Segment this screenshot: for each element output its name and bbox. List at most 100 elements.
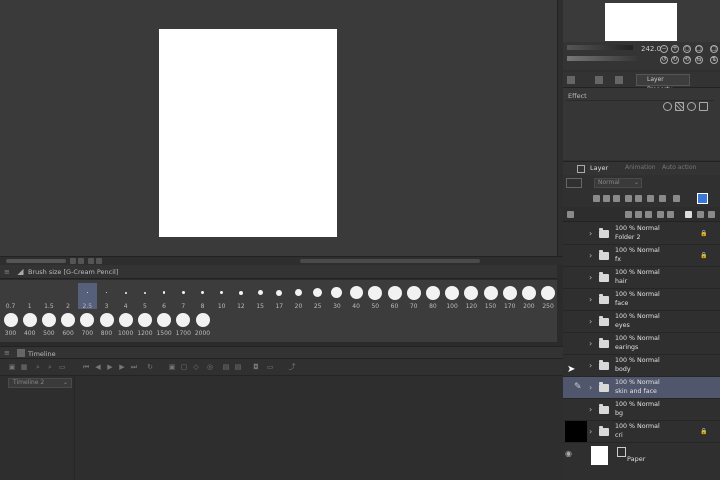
layer-mask-icon[interactable] [685,211,692,218]
brush-size-item[interactable]: 1500 [155,310,174,337]
tab-layer-property[interactable]: Layer Property [636,74,690,93]
camera-icon[interactable]: ◘ [252,363,260,371]
keyframe-icon[interactable]: ◇ [192,363,200,371]
prev-frame-icon[interactable]: ◀ [94,363,102,371]
lock-icon[interactable]: 🔒 [700,427,708,437]
actual-size-icon[interactable]: □ [710,45,718,53]
layer-row[interactable]: › 100 % Normal Folder 2 🔒 [563,223,720,245]
tool-property-icon[interactable] [567,76,575,84]
play-icon[interactable]: ▶ [106,363,114,371]
mask-icon[interactable] [647,195,654,202]
clip-icon[interactable] [593,195,600,202]
zoom-slider[interactable] [567,45,633,50]
brush-size-item[interactable]: 1200 [135,310,154,337]
next-frame-icon[interactable]: ▶ [118,363,126,371]
brush-size-item[interactable]: 150 [481,283,500,310]
rotation-slider[interactable] [567,56,641,61]
grid-icon[interactable]: ▦ [20,363,28,371]
eye-icon[interactable] [565,273,575,283]
palette-color-icon[interactable] [566,178,582,188]
eye-icon[interactable]: ◉ [565,449,572,458]
brush-size-item[interactable]: 4 [116,283,135,310]
sub-tool-icon[interactable] [595,76,603,84]
brush-size-item[interactable]: 800 [97,310,116,337]
brush-size-item[interactable]: 600 [59,310,78,337]
new-timeline-icon[interactable]: ▣ [8,363,16,371]
menu-icon[interactable]: ≡ [4,268,12,276]
brush-size-item[interactable]: 500 [39,310,58,337]
brush-size-item[interactable]: 6 [155,283,174,310]
layer-settings-icon[interactable] [567,211,574,218]
zoom-out-icon[interactable] [70,258,76,264]
layer-color-icon[interactable] [687,102,696,111]
chevron-right-icon[interactable]: › [589,361,597,371]
canvas-paper[interactable] [159,29,337,237]
new-raster-layer-icon[interactable] [625,211,632,218]
eye-icon[interactable] [565,229,575,239]
brush-size-item[interactable]: 10 [212,283,231,310]
reset-rotation-icon[interactable]: ⟲ [683,56,691,64]
rotate-right-icon[interactable]: ↻ [671,56,679,64]
menu-icon[interactable]: ≡ [4,349,12,357]
layer-row-paper[interactable]: ◉ Paper [563,443,720,480]
tone-effect-icon[interactable] [675,102,684,111]
brush-size-item[interactable]: 120 [462,283,481,310]
timeline-body[interactable]: Timeline 2 ⌄ [0,376,563,480]
apply-mask-icon[interactable] [697,211,704,218]
brush-size-item[interactable]: 300 [1,310,20,337]
brush-size-item[interactable]: 100 [443,283,462,310]
fit-icon[interactable]: ○ [683,45,691,53]
zoom-in-icon[interactable] [78,258,84,264]
chevron-right-icon[interactable]: › [589,339,597,349]
brush-size-item[interactable]: 700 [78,310,97,337]
brush-shape-icon[interactable] [615,76,623,84]
onion-skin-icon[interactable]: ◎ [206,363,214,371]
brush-size-item[interactable]: 17 [270,283,289,310]
flip-vertical-icon[interactable]: ⇅ [710,56,718,64]
brush-size-item[interactable]: 3 [97,283,116,310]
tab-layer[interactable]: Layer [590,164,608,172]
layer-row[interactable]: › 100 % Normal hair [563,267,720,289]
brush-size-item[interactable]: 1000 [116,310,135,337]
draft-icon[interactable] [613,195,620,202]
reset-zoom-icon[interactable]: □ [695,45,703,53]
brush-size-item[interactable]: 2 [59,283,78,310]
line-extract-icon[interactable] [699,102,708,111]
brush-size-item[interactable]: 20 [289,283,308,310]
brush-size-item[interactable]: 1700 [174,310,193,337]
chevron-right-icon[interactable]: › [589,273,597,283]
border-effect-icon[interactable] [663,102,672,111]
brush-size-item[interactable]: 7 [174,283,193,310]
eye-icon[interactable] [565,251,575,261]
layer-row[interactable]: › 100 % Normal bg [563,399,720,421]
brush-size-item[interactable]: 2000 [193,310,212,337]
brush-size-item[interactable]: 1.5 [39,283,58,310]
brush-size-item[interactable]: 400 [20,310,39,337]
new-folder-icon[interactable] [645,211,652,218]
rotate-left-icon[interactable] [88,258,94,264]
brush-size-item[interactable]: 12 [231,283,250,310]
first-frame-icon[interactable]: ⏮ [82,363,90,371]
blend-mode-select[interactable]: Normal ⌄ [594,178,642,188]
rotate-right-icon[interactable] [96,258,102,264]
new-cel-icon[interactable]: ▣ [168,363,176,371]
zoom-in-icon[interactable]: + [671,45,679,53]
brush-size-item[interactable]: 0.7 [1,283,20,310]
chevron-right-icon[interactable]: › [589,383,597,393]
lock-icon[interactable]: 🔒 [700,229,708,239]
zoom-slider[interactable] [6,259,66,263]
lock-icon[interactable] [625,195,632,202]
layer-row[interactable]: › 100 % Normal face [563,289,720,311]
ruler-icon[interactable] [659,195,666,202]
link-icon[interactable]: ⤴ [288,363,296,371]
lock-icon[interactable]: 🔒 [700,251,708,261]
brush-size-item[interactable]: 70 [404,283,423,310]
layer-row[interactable]: › 100 % Normal skin and face [563,377,720,399]
tab-animation[interactable]: Animation [625,164,656,171]
layer-row[interactable]: › 100 % Normal cri 🔒 [563,421,720,443]
new-vector-layer-icon[interactable] [635,211,642,218]
loop-icon[interactable]: ↻ [146,363,154,371]
frame-icon[interactable]: ▭ [58,363,66,371]
search-icon[interactable]: ⌕ [34,363,42,371]
brush-size-item[interactable]: 40 [347,283,366,310]
